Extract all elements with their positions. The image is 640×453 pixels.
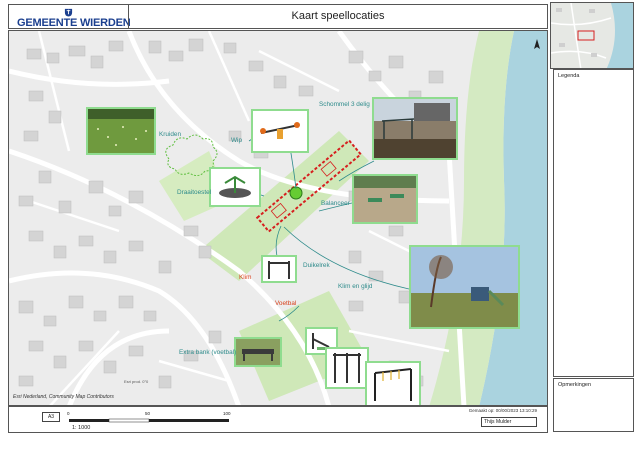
pullup-bar-image (263, 257, 295, 281)
photo-toestel-3[interactable] (365, 361, 421, 405)
legend-title: Legenda (558, 73, 580, 79)
map-view[interactable]: Kruiden Wip Schommel 3 delig Draaitoeste… (8, 30, 548, 406)
overview-basemap (551, 3, 633, 68)
photo-klim-en-glijd[interactable] (409, 245, 520, 329)
meadow-image (88, 109, 154, 153)
label-schommel: Schommel 3 delig (319, 101, 370, 108)
photo-duikelrek[interactable] (261, 255, 297, 283)
balance-image (354, 176, 416, 222)
photo-draaitoestel[interactable] (209, 167, 261, 207)
crest-icon (64, 8, 73, 17)
scale-tick-50: 50 (145, 411, 151, 416)
swing-image (374, 99, 456, 158)
equipment-image-3 (367, 363, 419, 405)
map-title: Kaart speellocaties (291, 10, 385, 22)
photo-schommel[interactable] (372, 97, 458, 160)
municipality-logo: GEMEENTE WIERDEN (17, 8, 137, 30)
playground-image (411, 247, 518, 327)
map-credits: Esri Nederland, Community Map Contributo… (13, 394, 114, 400)
esri-label: Esri prod. 0°0 (124, 379, 149, 384)
municipality-wordmark: GEMEENTE WIERDEN (17, 17, 131, 29)
created-on: Gemaakt op: 00/00/2023 13:10:29 (468, 408, 537, 413)
label-kruiden: Kruiden (159, 131, 182, 138)
scale-tick-0: 0 (67, 411, 70, 416)
photo-toestel-2[interactable] (325, 347, 369, 389)
label-klim: Klim (239, 274, 252, 281)
scale-ratio: 1: 1000 (72, 425, 91, 431)
paper-size: A3 (42, 412, 60, 422)
scale-bar (69, 418, 229, 423)
label-wip: Wip (231, 137, 243, 144)
seesaw-image (253, 111, 307, 151)
label-klim-en-glijd: Klim en glijd (338, 283, 373, 290)
label-balanceer: Balanceer (321, 200, 350, 207)
equipment-image-2 (327, 349, 367, 387)
remarks-title: Opmerkingen (558, 382, 592, 388)
legend-panel: Legenda (553, 69, 634, 377)
photo-balanceer[interactable] (352, 174, 418, 224)
scale-tick-100: 100 (223, 411, 231, 416)
photo-wip[interactable] (251, 109, 309, 153)
label-voetbal: Voetbal (275, 300, 297, 307)
label-duikelrek: Duikelrek (303, 262, 330, 269)
overview-map[interactable] (550, 2, 634, 69)
bench-image (236, 339, 280, 365)
photo-extra-bank[interactable] (234, 337, 282, 367)
label-extra-bank: Extra bank (voetbal) (179, 349, 237, 356)
merry-go-round-image (211, 169, 259, 205)
remarks-panel: Opmerkingen (553, 378, 634, 432)
municipality-town: WIERDEN (80, 17, 131, 29)
label-draaitoestel: Draaitoestel (177, 189, 212, 196)
municipality-name: GEMEENTE (17, 17, 78, 29)
photo-kruiden[interactable] (86, 107, 156, 155)
author-field: Thijs Mulder (481, 417, 537, 427)
footer-bar: A3 0 50 100 1: 1000 Gemaakt op: 00/00/20… (8, 406, 548, 433)
